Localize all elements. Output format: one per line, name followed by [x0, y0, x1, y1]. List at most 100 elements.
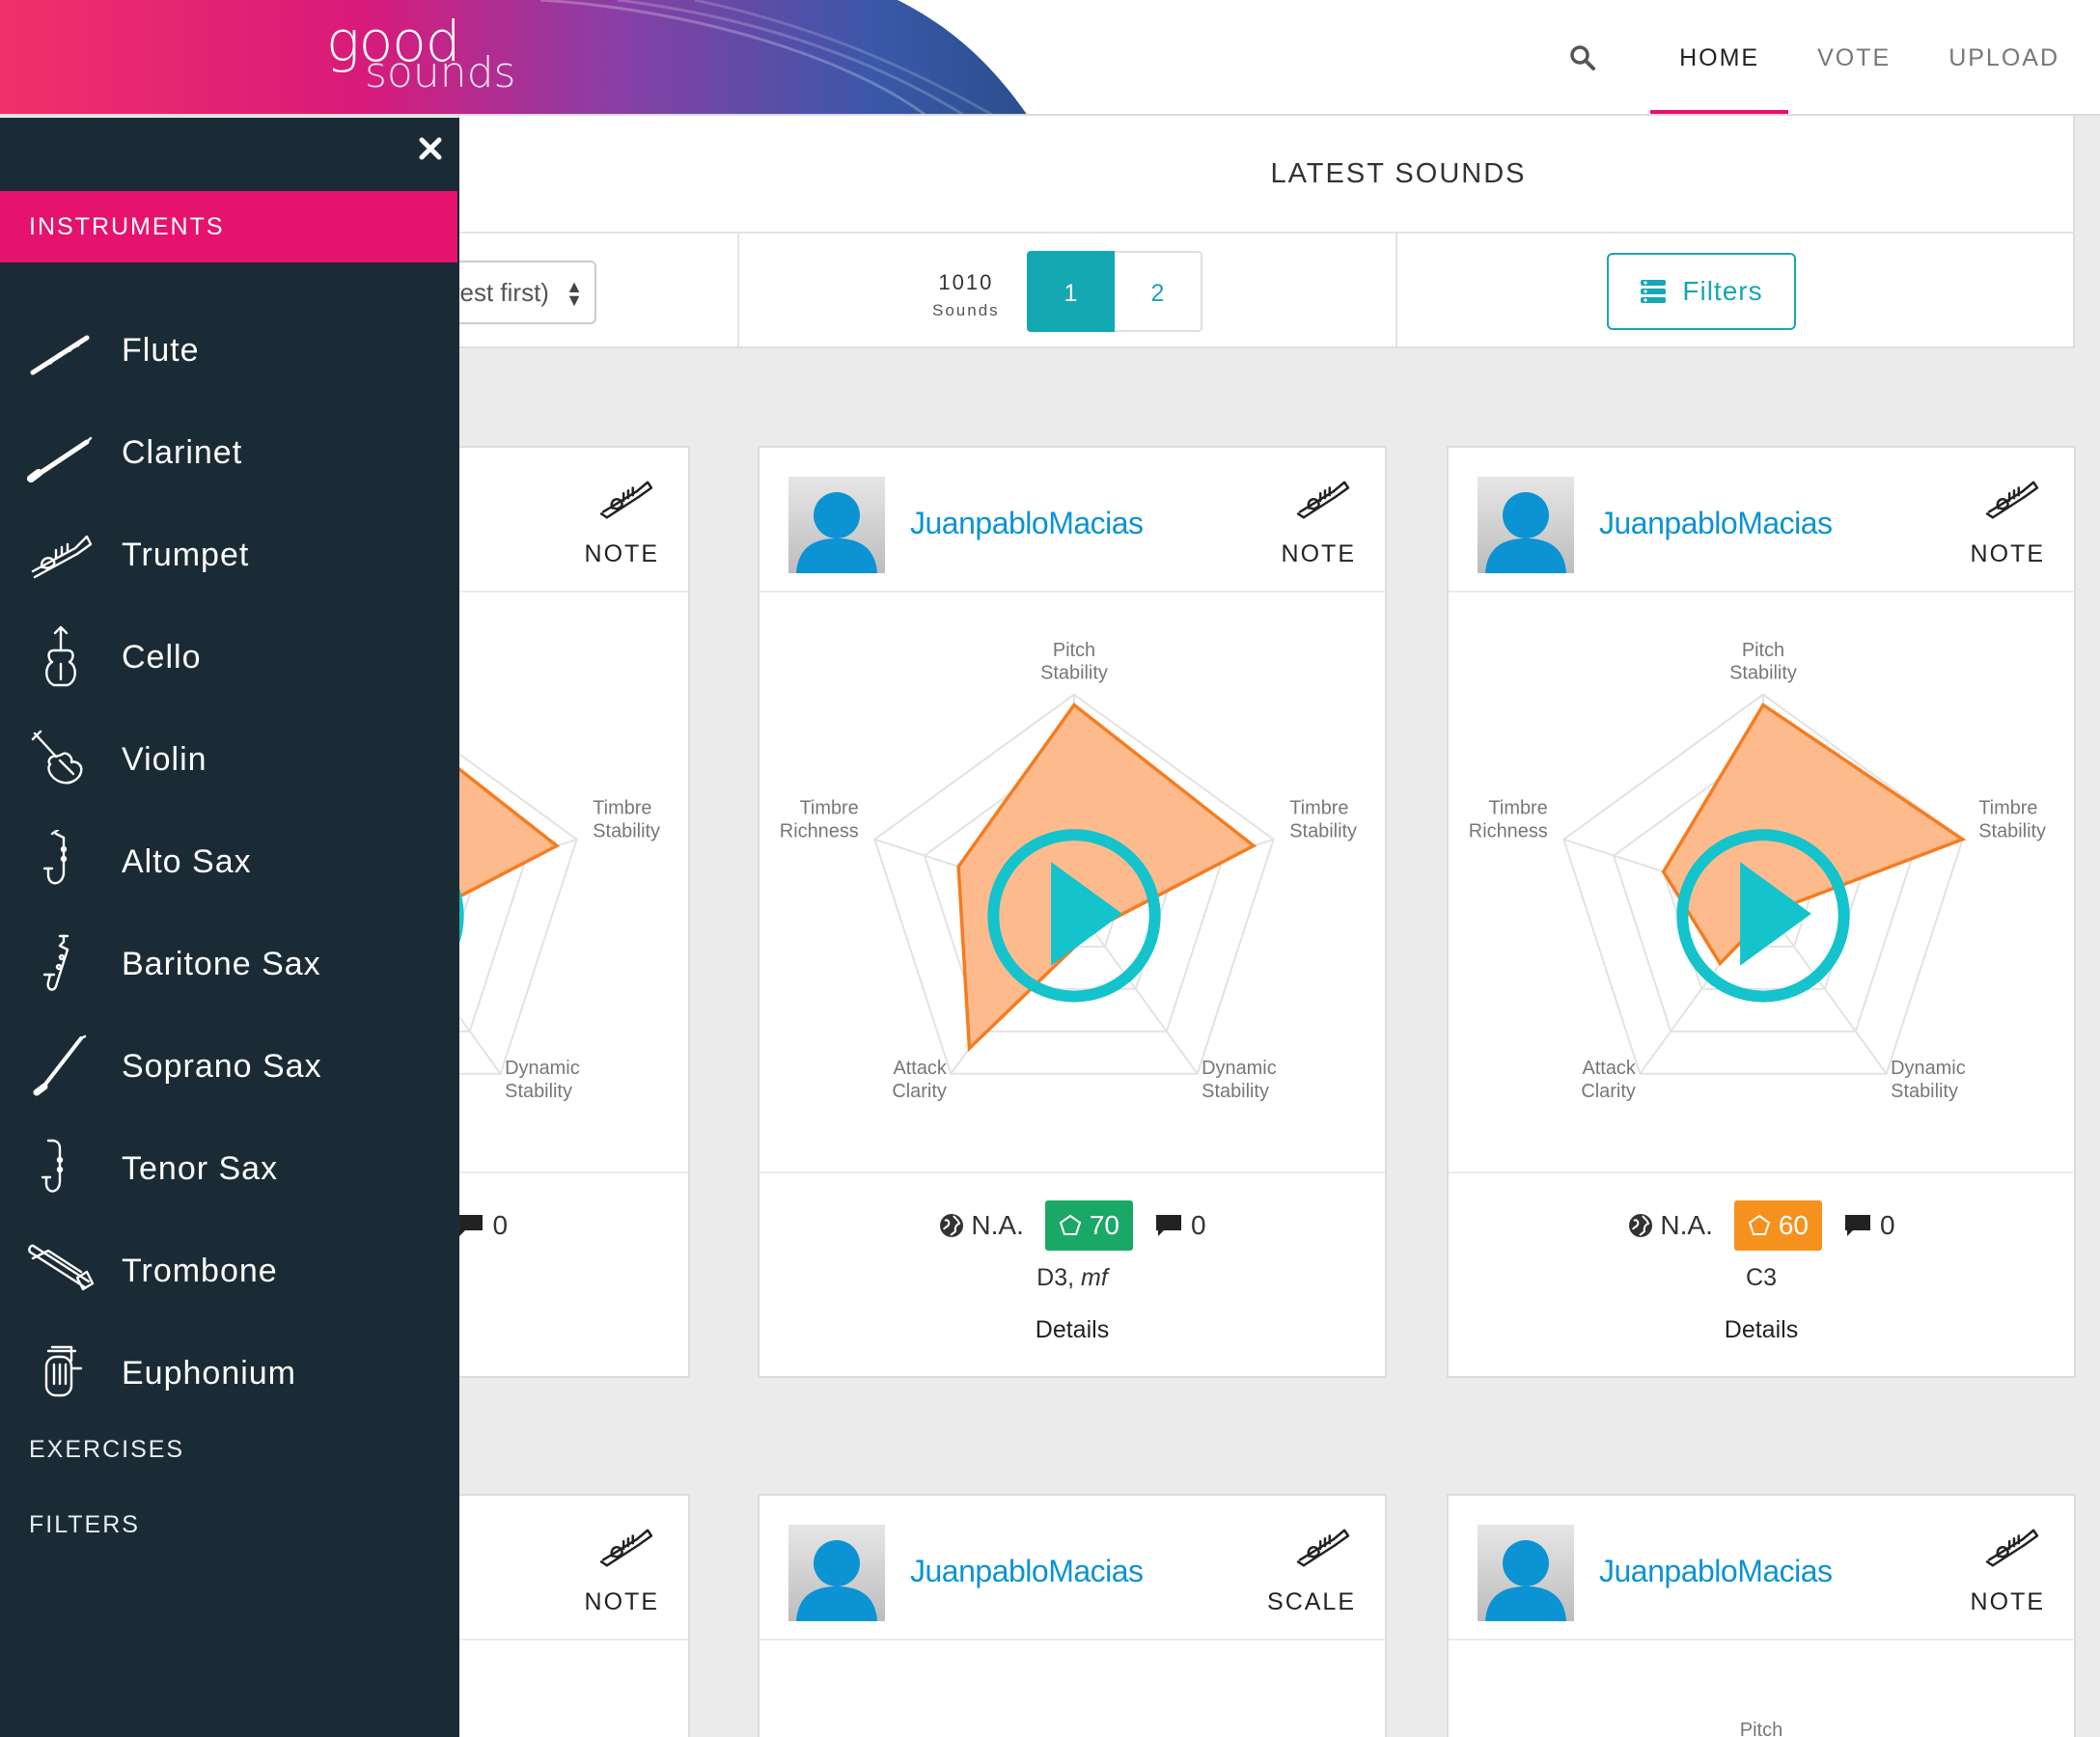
sidebar-item-cello[interactable]: Cello — [0, 606, 459, 708]
divider — [737, 234, 739, 346]
comment-icon — [457, 1215, 484, 1236]
username-link[interactable]: JuanpabloMacias — [910, 1554, 1144, 1589]
instrument-type-icon-wrap — [1296, 477, 1352, 528]
username-link[interactable]: JuanpabloMacias — [1599, 1554, 1833, 1589]
radar-axis-label: Timbre — [799, 798, 858, 819]
radar-axis-label: Pitch — [1739, 1720, 1783, 1737]
sound-card[interactable]: JuanpabloMacias SCALE — [758, 1494, 1387, 1737]
radar-axis-label: Timbre — [1289, 798, 1348, 819]
details-link[interactable]: Details — [760, 1316, 1385, 1344]
sound-card[interactable]: JuanpabloMacias NOTE PitchStabilityTimbr… — [758, 446, 1387, 1378]
sidebar-item-trombone[interactable]: Trombone — [0, 1220, 459, 1322]
card-header: JuanpabloMacias NOTE — [760, 448, 1385, 593]
score-badge: 60 — [1733, 1200, 1823, 1251]
logo-text-sounds: sounds — [365, 48, 516, 97]
sound-count-number: 1010 — [938, 270, 994, 294]
location: N.A. — [938, 1210, 1024, 1241]
close-sidebar-button[interactable] — [413, 131, 448, 166]
instruments-sidebar: INSTRUMENTS Flute Clarinet Trumpet Cello… — [0, 118, 459, 1737]
euphonium-icon-wrap — [0, 1322, 122, 1424]
nav-home[interactable]: HOME — [1650, 0, 1789, 114]
sidebar-section-filters[interactable]: FILTERS — [29, 1511, 140, 1539]
radar-axis-label: Pitch — [1742, 640, 1784, 661]
radar-shape — [1661, 703, 1967, 967]
sidebar-item-alto-sax[interactable]: Alto Sax — [0, 811, 459, 913]
radar-axis-label: Stability — [1202, 1081, 1269, 1102]
radar-axis-label: Clarity — [1581, 1081, 1635, 1102]
location: N.A. — [1627, 1210, 1713, 1241]
sidebar-item-violin[interactable]: Violin — [0, 708, 459, 811]
nav-upload[interactable]: UPLOAD — [1920, 0, 2088, 114]
sound-type-label: NOTE — [1970, 540, 2045, 567]
baritone-sax-icon-wrap — [0, 913, 122, 1015]
soprano-sax-icon — [33, 1034, 87, 1096]
soprano-sax-icon-wrap — [0, 1015, 122, 1117]
sidebar-item-euphonium[interactable]: Euphonium — [0, 1322, 459, 1424]
app-logo[interactable]: good sounds — [326, 14, 515, 95]
card-stats: N.A. 70 0 — [760, 1200, 1385, 1251]
sidebar-item-soprano-sax[interactable]: Soprano Sax — [0, 1015, 459, 1117]
radar-axis-label: Stability — [1891, 1081, 1958, 1102]
sound-count-label: Sounds — [932, 301, 1000, 319]
sidebar-item-label: Euphonium — [122, 1354, 297, 1392]
trombone-icon-wrap — [0, 1220, 122, 1322]
alto-sax-icon — [42, 830, 68, 885]
sidebar-item-flute[interactable]: Flute — [0, 299, 459, 401]
comments[interactable]: 0 — [1154, 1210, 1206, 1241]
radar-axis-label: Stability — [1978, 821, 2046, 842]
comment-count: 0 — [1191, 1210, 1206, 1240]
avatar[interactable] — [1478, 1525, 1574, 1621]
tenor-sax-icon — [41, 1139, 64, 1193]
trumpet-icon — [599, 481, 653, 519]
sidebar-item-label: Flute — [122, 331, 200, 369]
page-button-2[interactable]: 2 — [1115, 251, 1202, 332]
comments[interactable]: 0 — [1843, 1210, 1895, 1241]
score-pentagon-icon — [1748, 1214, 1771, 1235]
sidebar-item-label: Cello — [122, 638, 202, 676]
sound-card[interactable]: JuanpabloMacias NOTE Pitch — [1447, 1494, 2076, 1737]
sidebar-section-exercises[interactable]: EXERCISES — [29, 1436, 184, 1464]
note-dynamic: mf — [1081, 1264, 1108, 1291]
sidebar-item-trumpet[interactable]: Trumpet — [0, 504, 459, 606]
filters-button[interactable]: Filters — [1607, 253, 1796, 330]
avatar[interactable] — [1478, 477, 1574, 573]
score-value: 60 — [1778, 1210, 1810, 1240]
user-silhouette-icon — [796, 492, 877, 573]
sidebar-item-label: Violin — [122, 740, 207, 778]
sidebar-section-instruments[interactable]: INSTRUMENTS — [0, 191, 457, 262]
sound-card[interactable]: JuanpabloMacias NOTE PitchStabilityTimbr… — [1447, 446, 2076, 1378]
note-name: C3 — [1746, 1264, 1777, 1291]
comments[interactable]: 0 — [456, 1210, 508, 1241]
instrument-type-icon-wrap — [599, 1525, 655, 1576]
username-link[interactable]: JuanpabloMacias — [910, 506, 1144, 541]
card-header: JuanpabloMacias NOTE — [1449, 448, 2074, 593]
radar-axis-label: Stability — [1729, 663, 1797, 684]
sidebar-item-tenor-sax[interactable]: Tenor Sax — [0, 1117, 459, 1220]
details-link[interactable]: Details — [1449, 1316, 2074, 1344]
sounds-toolbar: LATEST SOUNDS Date (newest first) ▲▼ 101… — [324, 116, 2075, 348]
card-stats: N.A. 60 0 — [1449, 1200, 2074, 1251]
sidebar-item-baritone-sax[interactable]: Baritone Sax — [0, 913, 459, 1015]
avatar[interactable] — [788, 477, 885, 573]
sidebar-item-clarinet[interactable]: Clarinet — [0, 401, 459, 504]
alto-sax-icon-wrap — [0, 811, 122, 913]
sound-count: 1010 Sounds — [932, 270, 1000, 320]
trumpet-icon — [599, 1529, 653, 1567]
search-button[interactable] — [1554, 29, 1612, 87]
page-button-1[interactable]: 1 — [1027, 251, 1115, 332]
instrument-type-icon-wrap — [1296, 1525, 1352, 1576]
radar-axis-label: Pitch — [1053, 640, 1095, 661]
trumpet-icon — [1296, 1529, 1350, 1567]
flute-icon — [30, 335, 90, 375]
radar-axis-label: Timbre — [1978, 798, 2037, 819]
username-link[interactable]: JuanpabloMacias — [1599, 506, 1833, 541]
sidebar-item-label: Clarinet — [122, 433, 243, 471]
pagination: 1 2 — [1027, 251, 1202, 332]
avatar[interactable] — [788, 1525, 885, 1621]
radar-axis-label: Stability — [1289, 821, 1357, 842]
violin-icon-wrap — [0, 708, 122, 811]
note-name: D3 — [1036, 1264, 1068, 1291]
clarinet-icon — [27, 436, 93, 482]
nav-vote[interactable]: VOTE — [1788, 0, 1920, 114]
page-title: LATEST SOUNDS — [1270, 158, 1527, 189]
